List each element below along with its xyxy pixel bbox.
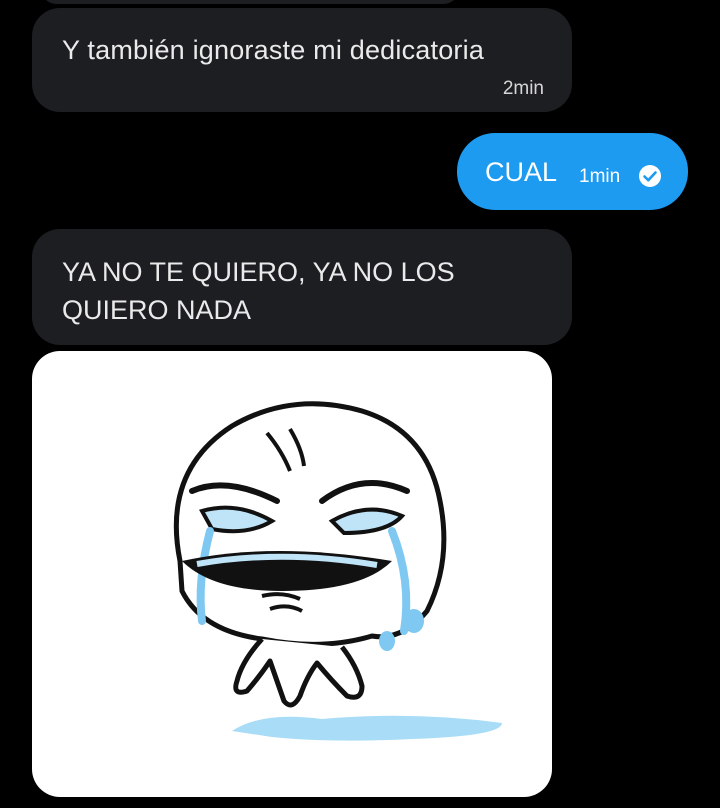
message-text: CUAL [485, 157, 558, 187]
crying-meme-face-sticker [173, 401, 502, 741]
sent-message-bubble[interactable]: CUAL 1min [457, 133, 688, 210]
seen-check-icon [639, 165, 661, 187]
received-message-bubble[interactable]: Y también ignoraste mi dedicatoria 2min [32, 8, 572, 112]
message-text: YA NO TE QUIERO, YA NO LOS QUIERO NADA [62, 257, 455, 325]
previous-message-bubble [40, 0, 460, 4]
message-timestamp: 2min [502, 78, 544, 99]
image-message[interactable] [32, 351, 552, 797]
received-message-bubble[interactable]: YA NO TE QUIERO, YA NO LOS QUIERO NADA [32, 229, 572, 345]
message-text: Y también ignoraste mi dedicatoria [62, 35, 485, 65]
message-timestamp: 1min [579, 166, 621, 187]
